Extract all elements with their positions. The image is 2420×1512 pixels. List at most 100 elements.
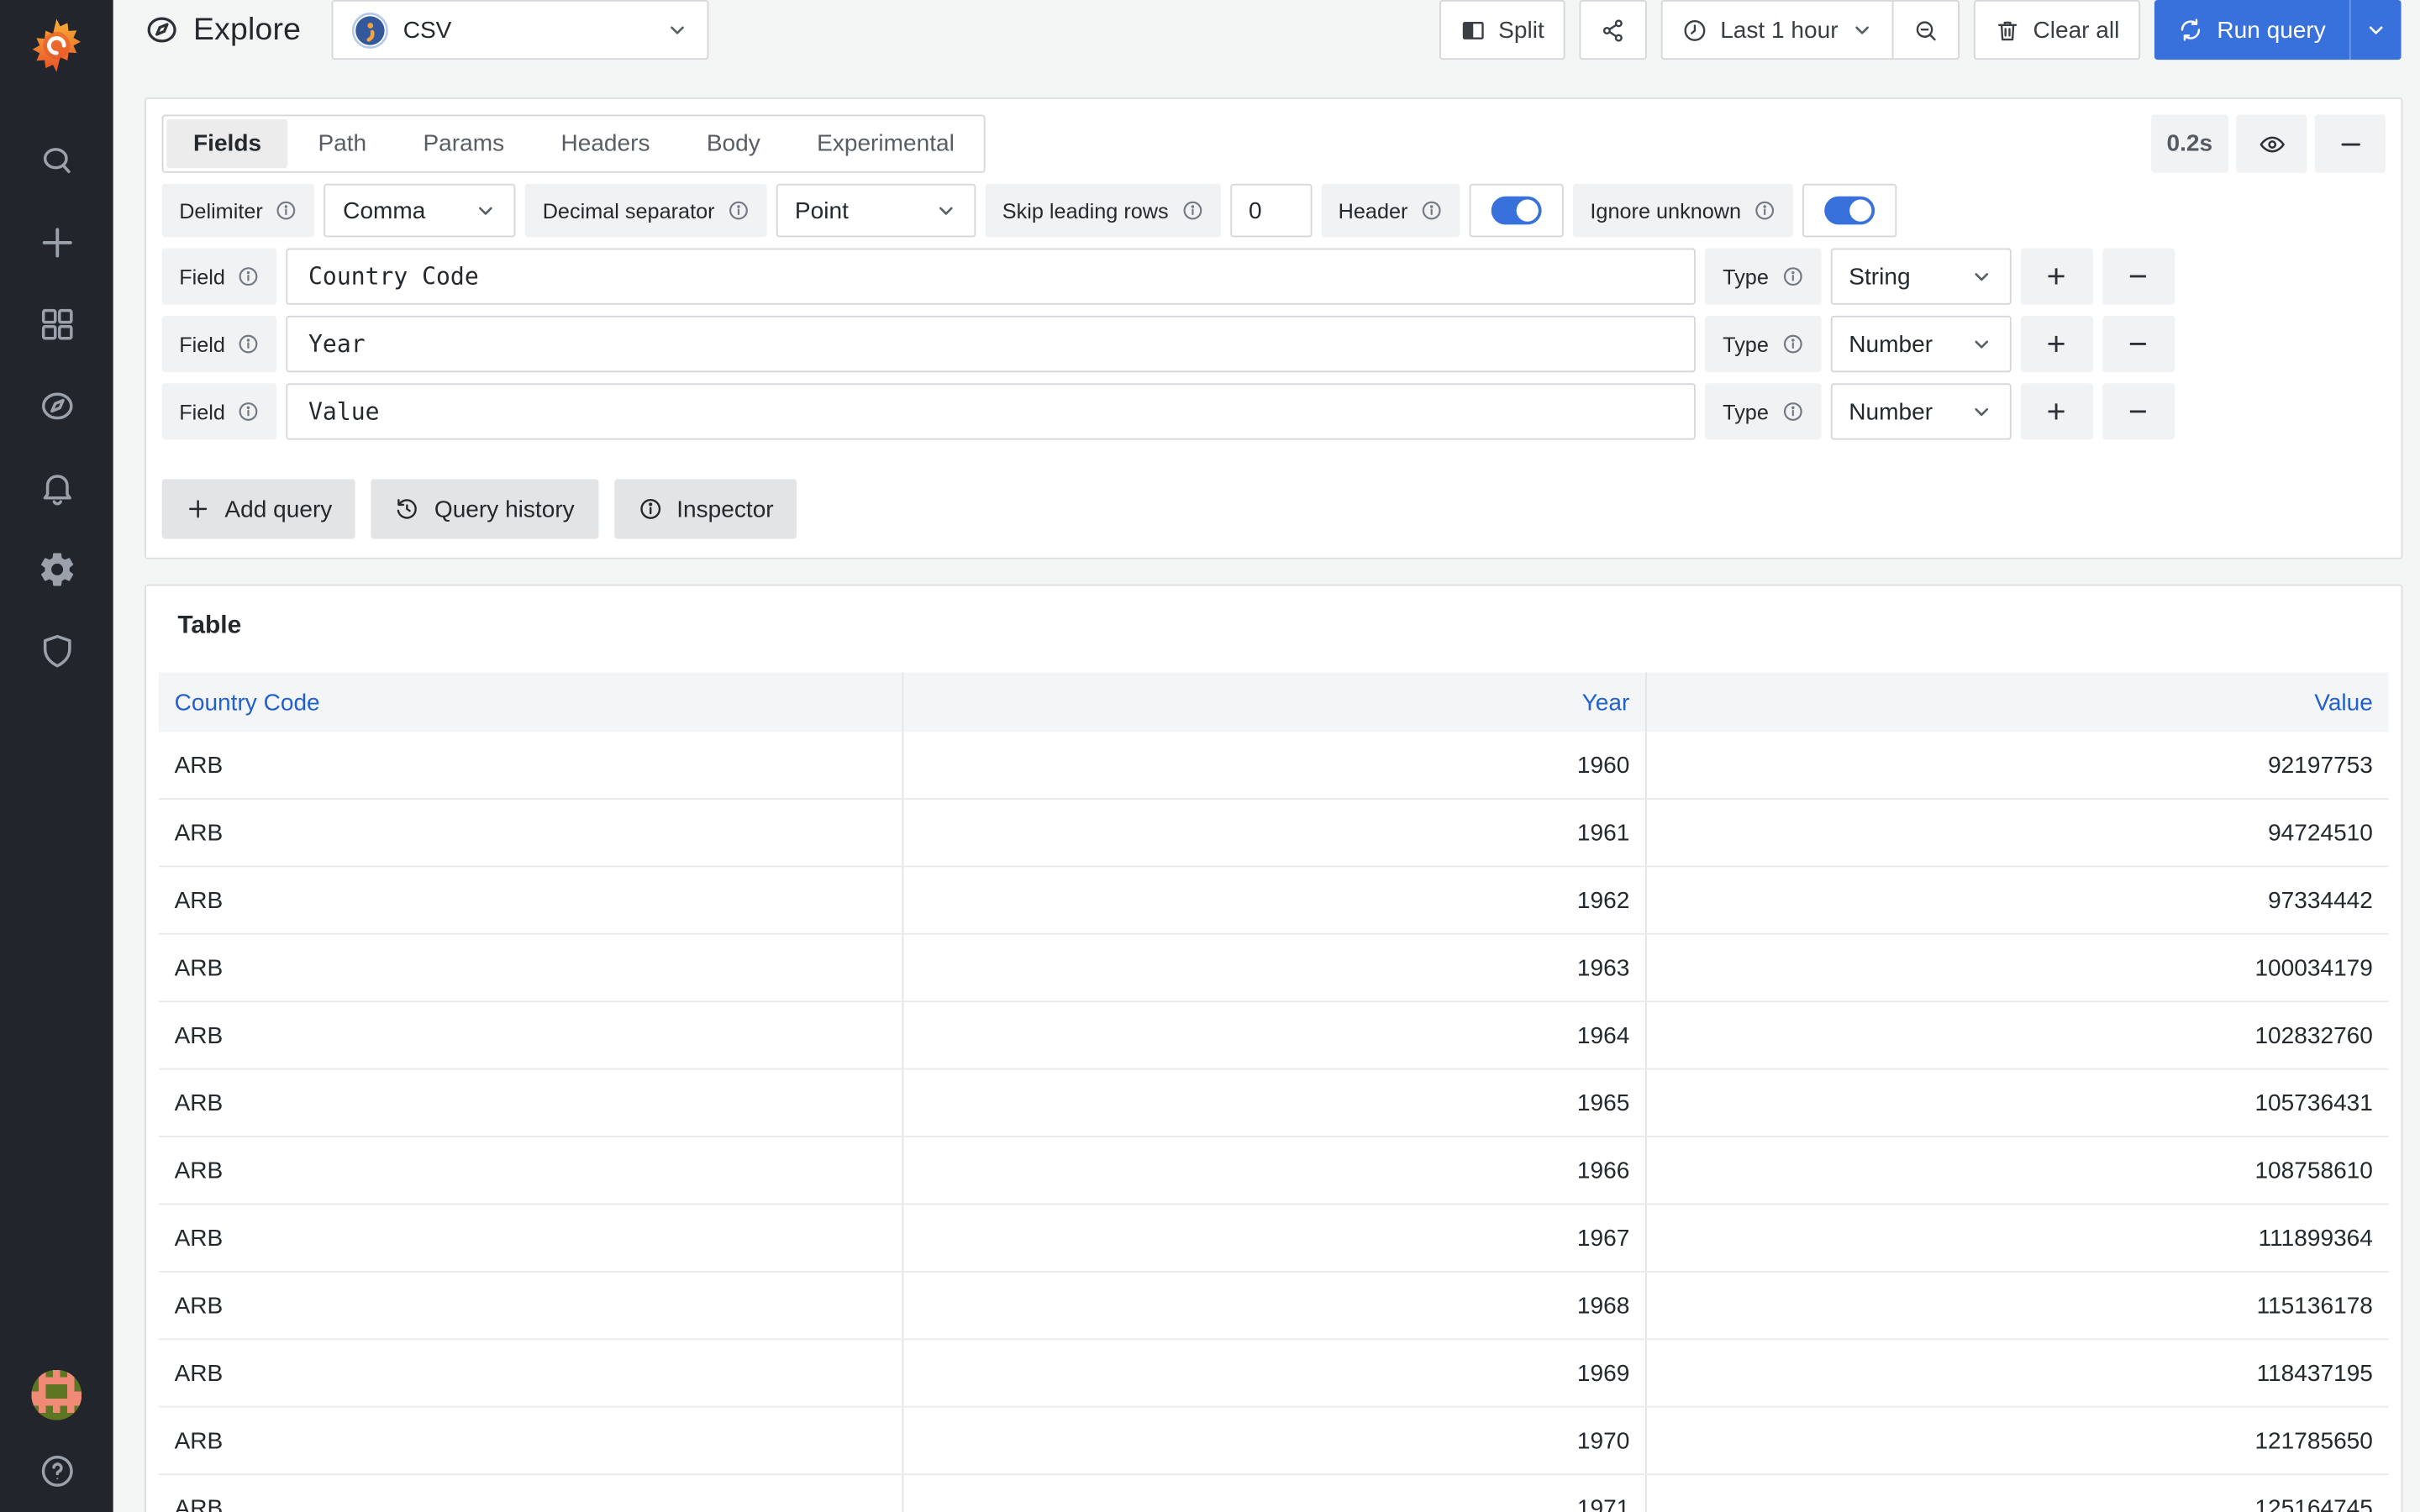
admin-icon[interactable] bbox=[37, 632, 76, 671]
info-icon[interactable] bbox=[1754, 200, 1776, 222]
minus-icon bbox=[2340, 142, 2360, 145]
type-label-text: Type bbox=[1723, 332, 1769, 356]
field-name-input[interactable] bbox=[286, 383, 1697, 440]
tab-fields[interactable]: Fields bbox=[166, 119, 288, 169]
field-row: Field Type String + − bbox=[161, 248, 2386, 305]
share-button[interactable] bbox=[1578, 0, 1647, 60]
ignore-unknown-toggle[interactable] bbox=[1802, 183, 1897, 238]
decimal-separator-select[interactable]: Point bbox=[776, 183, 976, 238]
split-button[interactable]: Split bbox=[1439, 0, 1565, 60]
info-icon[interactable] bbox=[728, 200, 750, 222]
split-label: Split bbox=[1498, 16, 1544, 44]
info-icon[interactable] bbox=[238, 401, 260, 423]
tab-path[interactable]: Path bbox=[292, 119, 393, 168]
field-name-input[interactable] bbox=[286, 315, 1697, 373]
run-query-dropdown[interactable] bbox=[2349, 0, 2402, 60]
collapse-query-button[interactable] bbox=[2314, 114, 2386, 173]
ignore-unknown-label: Ignore unknown bbox=[1572, 183, 1793, 238]
cell-country: ARB bbox=[174, 1292, 224, 1319]
info-icon[interactable] bbox=[238, 265, 260, 287]
skip-leading-rows-label-text: Skip leading rows bbox=[1002, 198, 1169, 223]
search-icon[interactable] bbox=[37, 141, 76, 181]
field-label: Field bbox=[161, 315, 277, 373]
cell-country: ARB bbox=[174, 751, 224, 779]
explore-toolbar: Explore CSV Split Last 1 hour Clear all … bbox=[113, 0, 2420, 60]
column-header-year[interactable]: Year bbox=[902, 672, 1645, 732]
query-editor-controls: 0.2s bbox=[2150, 114, 2386, 173]
cell-year: 1965 bbox=[902, 1069, 1645, 1137]
column-header-country-code[interactable]: Country Code bbox=[159, 672, 902, 732]
field-type-select[interactable]: String bbox=[1829, 248, 2011, 305]
remove-field-button[interactable]: − bbox=[2102, 383, 2175, 440]
info-icon[interactable] bbox=[1781, 401, 1803, 423]
configuration-icon[interactable] bbox=[37, 550, 76, 590]
column-header-value[interactable]: Value bbox=[1645, 672, 2389, 732]
info-icon[interactable] bbox=[1781, 333, 1803, 354]
tab-params[interactable]: Params bbox=[397, 119, 531, 168]
cell-country: ARB bbox=[174, 1224, 224, 1252]
field-name-input[interactable] bbox=[286, 248, 1697, 305]
info-icon[interactable] bbox=[1181, 200, 1203, 222]
add-icon[interactable] bbox=[37, 223, 76, 263]
cell-value: 100034179 bbox=[1645, 934, 2389, 1001]
cell-country: ARB bbox=[174, 1021, 224, 1049]
toggle-switch-on bbox=[1824, 196, 1876, 225]
table-row: ARB 1965 105736431 bbox=[158, 1069, 2389, 1137]
cell-value: 105736431 bbox=[1645, 1069, 2389, 1137]
info-circle-icon bbox=[639, 499, 660, 519]
add-field-button[interactable]: + bbox=[2020, 248, 2093, 305]
cell-year: 1964 bbox=[902, 1002, 1645, 1068]
tab-headers[interactable]: Headers bbox=[534, 119, 677, 168]
csv-datasource-icon bbox=[351, 12, 388, 49]
toggle-switch-on bbox=[1491, 196, 1542, 225]
field-label: Field bbox=[161, 248, 277, 305]
add-field-button[interactable]: + bbox=[2020, 383, 2093, 440]
delimiter-select[interactable]: Comma bbox=[324, 183, 516, 238]
remove-field-button[interactable]: − bbox=[2102, 248, 2175, 305]
info-icon[interactable] bbox=[1420, 200, 1442, 222]
add-query-button[interactable]: Add query bbox=[161, 479, 356, 539]
table-header-row: Country Code Year Value bbox=[158, 672, 2389, 732]
avatar[interactable] bbox=[31, 1369, 82, 1420]
run-query-main[interactable]: Run query bbox=[2154, 0, 2349, 60]
query-history-button[interactable]: Query history bbox=[371, 479, 598, 539]
sync-icon bbox=[2181, 18, 2200, 41]
run-query-label: Run query bbox=[2217, 16, 2326, 44]
field-type-select[interactable]: Number bbox=[1829, 383, 2011, 440]
skip-leading-rows-input[interactable] bbox=[1229, 183, 1312, 238]
info-icon[interactable] bbox=[276, 200, 297, 222]
query-history-label: Query history bbox=[434, 496, 575, 522]
alerting-icon[interactable] bbox=[37, 468, 76, 507]
sidebar-nav bbox=[37, 141, 76, 670]
help-icon[interactable] bbox=[37, 1452, 76, 1491]
hide-response-button[interactable] bbox=[2236, 114, 2307, 173]
datasource-picker[interactable]: CSV bbox=[330, 0, 708, 60]
header-label: Header bbox=[1321, 183, 1460, 238]
dashboards-icon[interactable] bbox=[37, 305, 76, 344]
explore-icon[interactable] bbox=[37, 386, 76, 426]
field-type-select[interactable]: Number bbox=[1829, 315, 2011, 373]
header-toggle[interactable] bbox=[1469, 183, 1564, 238]
time-range-picker[interactable]: Last 1 hour bbox=[1662, 2, 1891, 58]
zoom-out-button[interactable] bbox=[1893, 2, 1958, 58]
run-query-button[interactable]: Run query bbox=[2154, 0, 2402, 60]
type-label-text: Type bbox=[1723, 399, 1769, 424]
info-icon[interactable] bbox=[238, 333, 260, 354]
history-icon bbox=[397, 499, 418, 519]
grafana-explore-app: Explore CSV Split Last 1 hour Clear all … bbox=[0, 0, 2420, 1512]
decimal-separator-label-text: Decimal separator bbox=[542, 198, 715, 223]
clear-all-button[interactable]: Clear all bbox=[1973, 0, 2140, 60]
datasource-name: CSV bbox=[402, 16, 452, 44]
info-icon[interactable] bbox=[1781, 265, 1803, 287]
chevron-down-icon bbox=[1974, 273, 1988, 281]
grafana-logo-icon[interactable] bbox=[27, 16, 87, 76]
remove-field-button[interactable]: − bbox=[2102, 315, 2175, 373]
tab-body[interactable]: Body bbox=[680, 119, 787, 168]
add-field-button[interactable]: + bbox=[2020, 315, 2093, 373]
tab-experimental[interactable]: Experimental bbox=[790, 119, 981, 168]
eye-icon bbox=[2259, 135, 2285, 152]
cell-value: 97334442 bbox=[1645, 867, 2389, 933]
inspector-button[interactable]: Inspector bbox=[613, 479, 797, 539]
chevron-down-icon bbox=[2369, 26, 2383, 34]
table-row: ARB 1962 97334442 bbox=[158, 867, 2389, 935]
